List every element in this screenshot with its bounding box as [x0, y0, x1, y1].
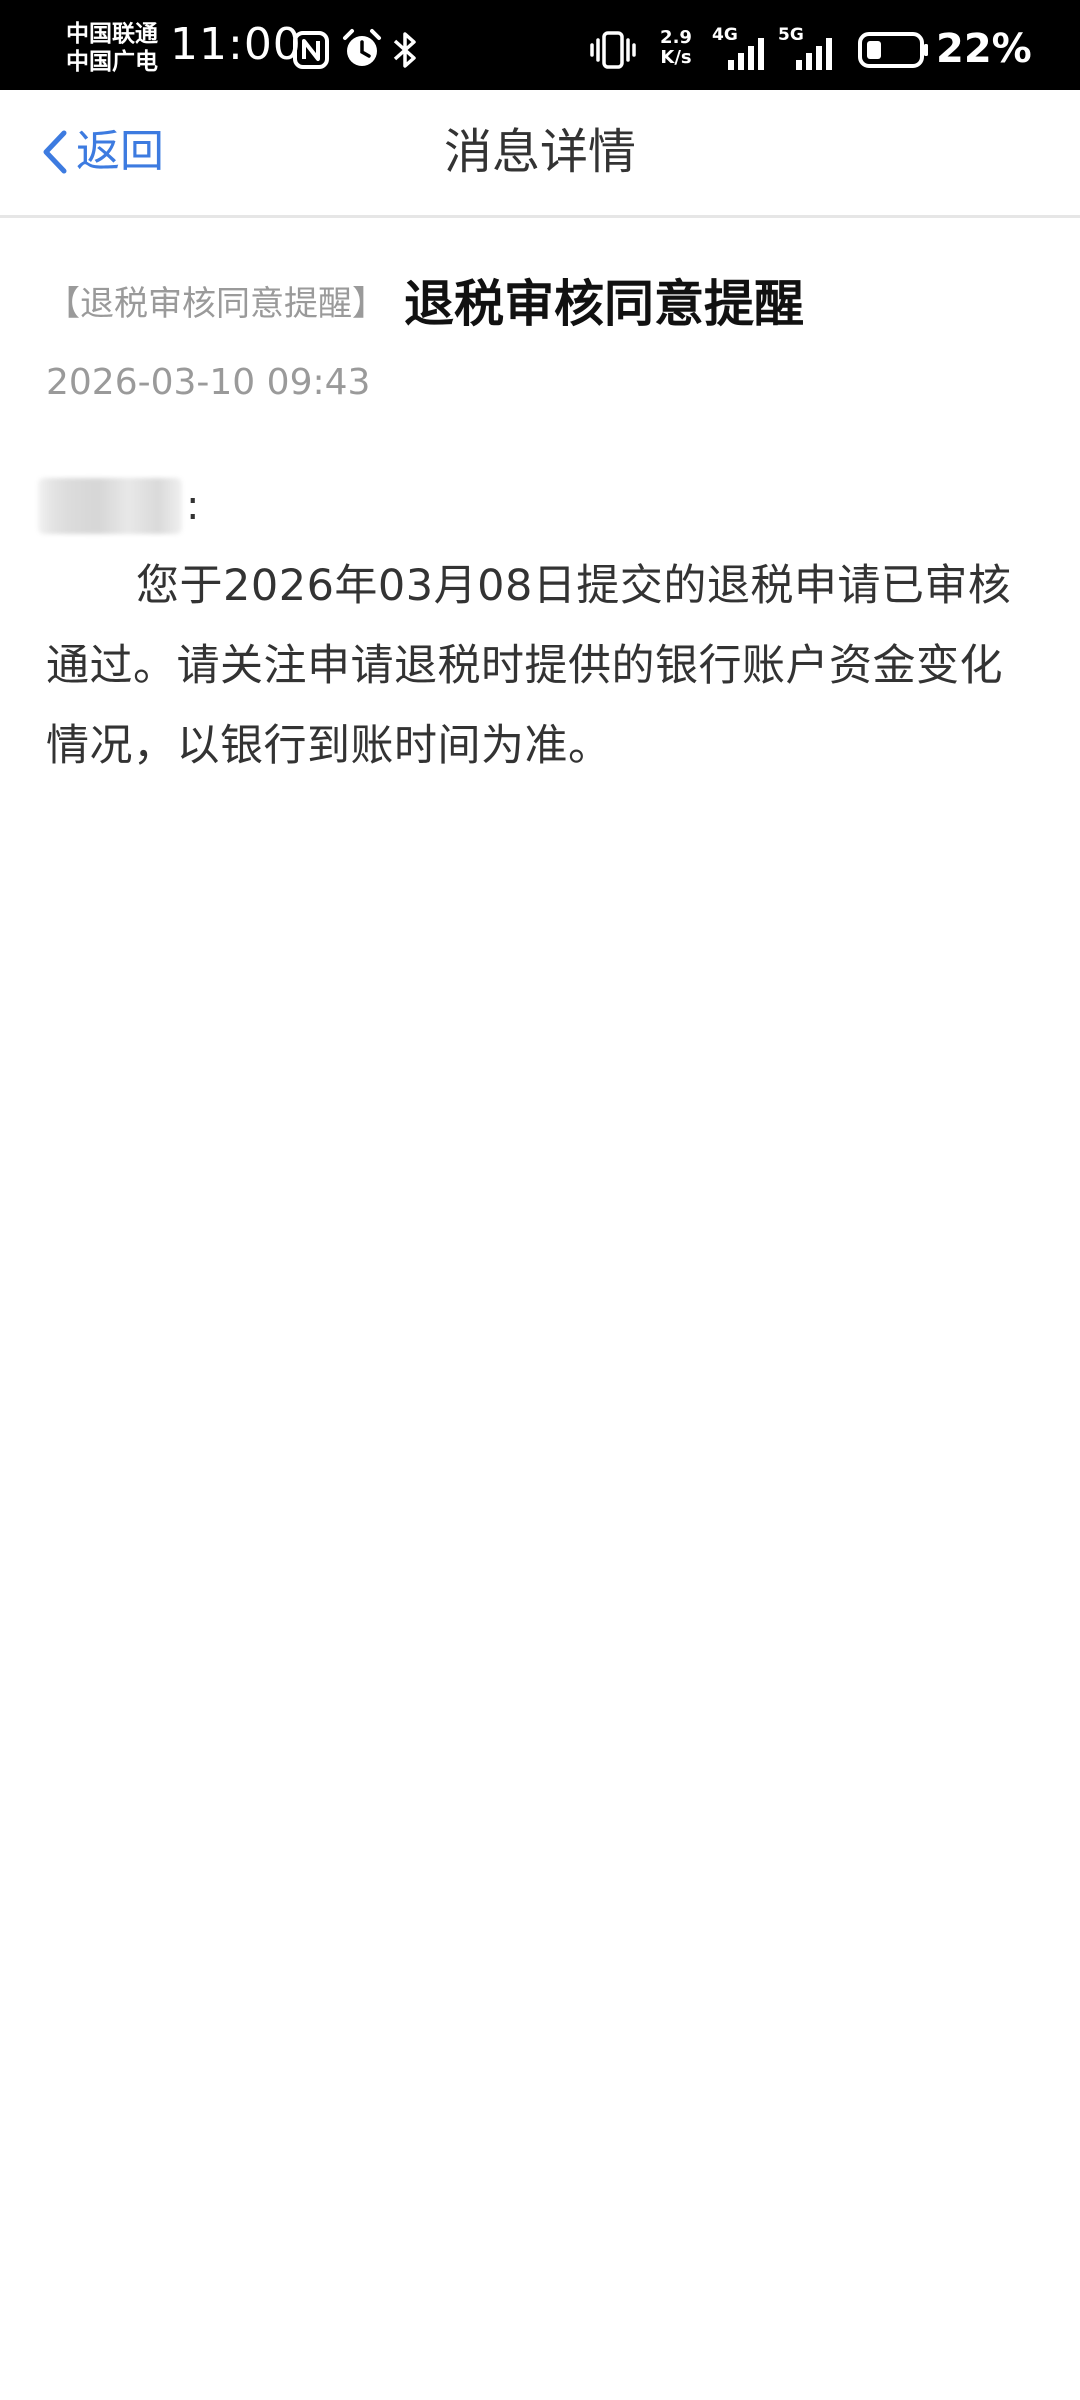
screen: 中国联通 中国广电 11:00 2.9 K/s 4G 5G 22% 消息详情 返… [0, 0, 1080, 2400]
carrier-1: 中国联通 [66, 21, 158, 47]
network-speed: 2.9 K/s [655, 28, 697, 68]
network-speed-value: 2.9 [660, 27, 692, 48]
signal-icon-2 [796, 38, 832, 70]
nfc-icon [293, 31, 329, 69]
alarm-icon [343, 29, 381, 66]
status-bar: 中国联通 中国广电 11:00 2.9 K/s 4G 5G 22% [0, 0, 1080, 90]
recipient-row: : [38, 478, 199, 534]
nav-bar: 消息详情 返回 [0, 90, 1080, 218]
message-category: 【退税审核同意提醒】 [46, 284, 386, 324]
network-speed-unit: K/s [660, 47, 692, 68]
message-header: 【退税审核同意提醒】 退税审核同意提醒 [46, 272, 804, 336]
recipient-name-redacted [38, 478, 182, 534]
recipient-colon: : [186, 483, 200, 529]
back-button[interactable]: 返回 [40, 120, 164, 184]
signal-icon [728, 38, 764, 70]
message-time: 2026-03-10 09:43 [46, 362, 371, 403]
battery-icon [858, 32, 928, 68]
carrier-2: 中国广电 [66, 49, 158, 75]
status-time: 11:00 [170, 19, 302, 70]
message-body: 您于2026年03月08日提交的退税申请已审核通过。请关注申请退税时提供的银行账… [46, 561, 1012, 771]
message-title: 退税审核同意提醒 [404, 275, 804, 333]
chevron-left-icon [43, 130, 67, 174]
back-label: 返回 [76, 126, 164, 177]
bluetooth-icon [393, 32, 416, 68]
vibrate-icon [590, 31, 636, 69]
carrier-labels: 中国联通 中国广电 [66, 20, 158, 76]
battery-percent: 22% [936, 26, 1032, 72]
